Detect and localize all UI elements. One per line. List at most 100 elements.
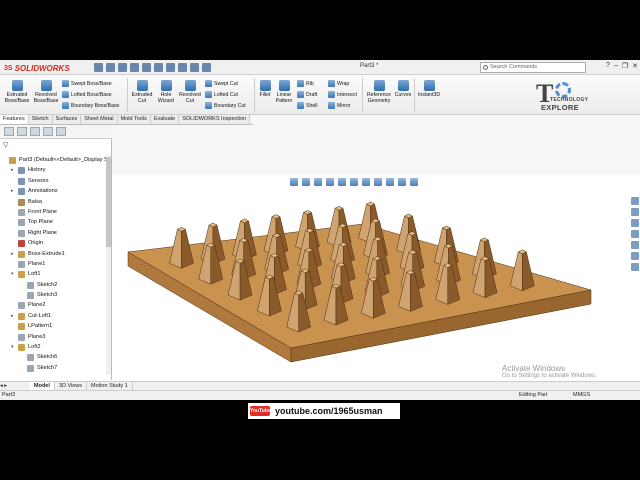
- open-icon[interactable]: [118, 63, 127, 72]
- tree-item[interactable]: Top Plane: [0, 217, 106, 227]
- reference-geometry-button[interactable]: Reference Geometry: [365, 80, 393, 104]
- search-commands-input[interactable]: Search Commands: [480, 62, 586, 73]
- tree-item[interactable]: Plane2: [0, 300, 106, 310]
- custom-properties-icon[interactable]: [631, 252, 639, 260]
- tree-item[interactable]: Sketch7: [0, 363, 106, 373]
- close-button[interactable]: ✕: [632, 62, 638, 70]
- options-icon[interactable]: [202, 63, 211, 72]
- tree-item[interactable]: Sketch6: [0, 352, 106, 362]
- tree-item[interactable]: Sketch2: [0, 280, 106, 290]
- swept-boss-button[interactable]: Swept Boss/Base: [62, 80, 112, 87]
- tab-solidworks-inspection[interactable]: SOLIDWORKS Inspection: [179, 115, 251, 124]
- tree-item[interactable]: Sensors: [0, 176, 106, 186]
- tab-sketch[interactable]: Sketch: [28, 115, 53, 124]
- linear-pattern-button[interactable]: Linear Pattern: [274, 80, 294, 104]
- tree-item[interactable]: ▸ Boss-Extrude1: [0, 249, 106, 259]
- shell-button[interactable]: Shell: [297, 102, 318, 109]
- display-manager-tab-icon[interactable]: [56, 127, 66, 136]
- revolved-cut-button[interactable]: Revolved Cut: [178, 80, 202, 104]
- tree-item[interactable]: Origin: [0, 238, 106, 248]
- lofted-boss-button[interactable]: Lofted Boss/Base: [62, 91, 112, 98]
- boundary-cut-button[interactable]: Boundary Cut: [205, 102, 246, 109]
- tree-item[interactable]: Part3 (Default<<Default>_Display St: [0, 155, 109, 165]
- expand-arrow-icon[interactable]: ▸: [11, 249, 14, 259]
- forum-icon[interactable]: [631, 263, 639, 271]
- zoom-area-icon[interactable]: [302, 178, 310, 186]
- expand-arrow-icon[interactable]: ▾: [11, 269, 14, 279]
- hole-wizard-button[interactable]: Hole Wizard: [155, 80, 177, 104]
- home-icon[interactable]: [94, 63, 103, 72]
- scrollbar-thumb[interactable]: [106, 157, 111, 247]
- apply-scene-icon[interactable]: [398, 178, 406, 186]
- tree-item[interactable]: Front Plane: [0, 207, 106, 217]
- extruded-cut-button[interactable]: Extruded Cut: [130, 80, 154, 104]
- tree-item[interactable]: Plane1: [0, 259, 106, 269]
- print-icon[interactable]: [142, 63, 151, 72]
- curves-button[interactable]: Curves: [394, 80, 412, 98]
- revolved-boss-button[interactable]: Revolved Boss/Base: [33, 80, 59, 104]
- previous-view-icon[interactable]: [314, 178, 322, 186]
- tree-item[interactable]: ▸ History: [0, 165, 106, 175]
- edit-appearance-icon[interactable]: [386, 178, 394, 186]
- view-palette-icon[interactable]: [631, 230, 639, 238]
- mirror-button[interactable]: Mirror: [328, 102, 351, 109]
- tab-sheet-metal[interactable]: Sheet Metal: [81, 115, 118, 124]
- select-icon[interactable]: [166, 63, 175, 72]
- view-settings-icon[interactable]: [410, 178, 418, 186]
- instant3d-button[interactable]: Instant3D: [416, 80, 442, 98]
- extruded-boss-button[interactable]: Extruded Boss/Base: [4, 80, 30, 104]
- save-icon[interactable]: [130, 63, 139, 72]
- expand-arrow-icon[interactable]: ▾: [11, 342, 14, 352]
- dimxpert-tab-icon[interactable]: [43, 127, 53, 136]
- property-manager-tab-icon[interactable]: [17, 127, 27, 136]
- youtube-url[interactable]: youtube.com/1965usman: [275, 406, 383, 416]
- tree-item[interactable]: Right Plane: [0, 228, 106, 238]
- tree-item[interactable]: Balsa: [0, 197, 106, 207]
- swept-cut-button[interactable]: Swept Cut: [205, 80, 238, 87]
- help-button[interactable]: ?: [606, 62, 610, 70]
- file-explorer-icon[interactable]: [631, 219, 639, 227]
- tree-item[interactable]: ▾ Loft2: [0, 342, 106, 352]
- tree-item[interactable]: ▾ Loft1: [0, 269, 106, 279]
- solidworks-resources-icon[interactable]: [631, 197, 639, 205]
- status-units[interactable]: MMGS: [573, 392, 590, 398]
- rebuild-icon[interactable]: [178, 63, 187, 72]
- file-properties-icon[interactable]: [190, 63, 199, 72]
- tree-scrollbar[interactable]: [106, 155, 111, 375]
- display-style-icon[interactable]: [362, 178, 370, 186]
- section-view-icon[interactable]: [326, 178, 334, 186]
- rib-button[interactable]: Rib: [297, 80, 314, 87]
- design-library-icon[interactable]: [631, 208, 639, 216]
- minimize-button[interactable]: –: [614, 62, 618, 70]
- tab-features[interactable]: Features: [0, 115, 29, 124]
- draft-button[interactable]: Draft: [297, 91, 317, 98]
- wrap-button[interactable]: Wrap: [328, 80, 349, 87]
- dynamic-annotation-icon[interactable]: [338, 178, 346, 186]
- boundary-boss-button[interactable]: Boundary Boss/Base: [62, 102, 119, 109]
- tab-mold-tools[interactable]: Mold Tools: [117, 115, 151, 124]
- hide-show-icon[interactable]: [374, 178, 382, 186]
- tab-evaluate[interactable]: Evaluate: [150, 115, 180, 124]
- feature-manager-tab-icon[interactable]: [4, 127, 14, 136]
- expand-arrow-icon[interactable]: ▸: [11, 186, 14, 196]
- tree-item[interactable]: LPattern1: [0, 321, 106, 331]
- tree-item[interactable]: ▸ Cut-Loft1: [0, 311, 106, 321]
- appearances-icon[interactable]: [631, 241, 639, 249]
- undo-icon[interactable]: [154, 63, 163, 72]
- tree-item[interactable]: Sketch3: [0, 290, 106, 300]
- tab-nav-arrows[interactable]: ◂ ▸: [0, 383, 30, 389]
- graphics-area[interactable]: [113, 188, 628, 380]
- fillet-button[interactable]: Fillet: [257, 80, 273, 98]
- tab-surfaces[interactable]: Surfaces: [52, 115, 82, 124]
- zoom-to-fit-icon[interactable]: [290, 178, 298, 186]
- solidworks-logo[interactable]: 3S SOLIDWORKS: [4, 62, 70, 74]
- intersect-button[interactable]: Intersect: [328, 91, 357, 98]
- filter-icon[interactable]: ▽: [3, 141, 10, 149]
- expand-arrow-icon[interactable]: ▸: [11, 311, 14, 321]
- lofted-cut-button[interactable]: Lofted Cut: [205, 91, 238, 98]
- configuration-manager-tab-icon[interactable]: [30, 127, 40, 136]
- restore-button[interactable]: ❐: [622, 62, 628, 70]
- tree-item[interactable]: Plane3: [0, 332, 106, 342]
- view-orientation-icon[interactable]: [350, 178, 358, 186]
- tree-item[interactable]: ▸ Annotations: [0, 186, 106, 196]
